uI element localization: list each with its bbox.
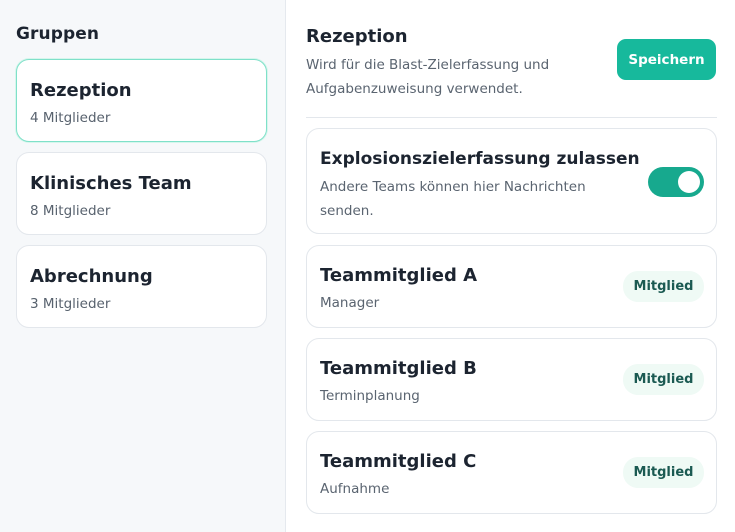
setting-title: Explosionszielerfassung zulassen xyxy=(320,149,640,169)
member-badge: Mitglied xyxy=(623,271,704,302)
group-member-count: 3 Mitglieder xyxy=(30,296,111,312)
group-item-klinisches-team[interactable]: Klinisches Team 8 Mitglieder xyxy=(16,152,267,235)
member-name: Teammitglied A xyxy=(320,265,478,286)
member-card-c: Teammitglied C Aufnahme Mitglied xyxy=(306,431,717,514)
toggle-knob xyxy=(678,171,700,193)
member-badge: Mitglied xyxy=(623,364,704,395)
app-window: Gruppen Rezeption 4 Mitglieder Klinische… xyxy=(0,0,735,532)
group-item-abrechnung[interactable]: Abrechnung 3 Mitglieder xyxy=(16,245,267,328)
member-badge: Mitglied xyxy=(623,457,704,488)
member-role: Manager xyxy=(320,295,380,311)
member-card-a: Teammitglied A Manager Mitglied xyxy=(306,245,717,328)
member-name: Teammitglied C xyxy=(320,451,477,472)
blast-targeting-toggle[interactable] xyxy=(648,167,704,197)
group-name: Klinisches Team xyxy=(30,173,192,194)
member-role: Aufnahme xyxy=(320,481,390,497)
group-detail-panel: Rezeption Wird für die Blast-Zielerfassu… xyxy=(286,0,735,532)
sidebar-title: Gruppen xyxy=(16,24,100,44)
groups-sidebar: Gruppen Rezeption 4 Mitglieder Klinische… xyxy=(0,0,286,532)
group-member-count: 8 Mitglieder xyxy=(30,203,111,219)
save-button[interactable]: Speichern xyxy=(617,39,716,80)
member-name: Teammitglied B xyxy=(320,358,477,379)
group-member-count: 4 Mitglieder xyxy=(30,110,111,126)
divider xyxy=(306,117,717,118)
group-name: Abrechnung xyxy=(30,266,153,287)
group-name: Rezeption xyxy=(30,80,132,101)
group-item-rezeption[interactable]: Rezeption 4 Mitglieder xyxy=(16,59,267,142)
member-role: Terminplanung xyxy=(320,388,420,404)
member-card-b: Teammitglied B Terminplanung Mitglied xyxy=(306,338,717,421)
setting-description: Andere Teams können hier Nachrichten sen… xyxy=(320,179,586,219)
blast-targeting-setting: Explosionszielerfassung zulassen Andere … xyxy=(306,128,717,234)
page-description: Wird für die Blast-Zielerfassung und Auf… xyxy=(306,57,550,97)
page-title: Rezeption xyxy=(306,26,408,47)
